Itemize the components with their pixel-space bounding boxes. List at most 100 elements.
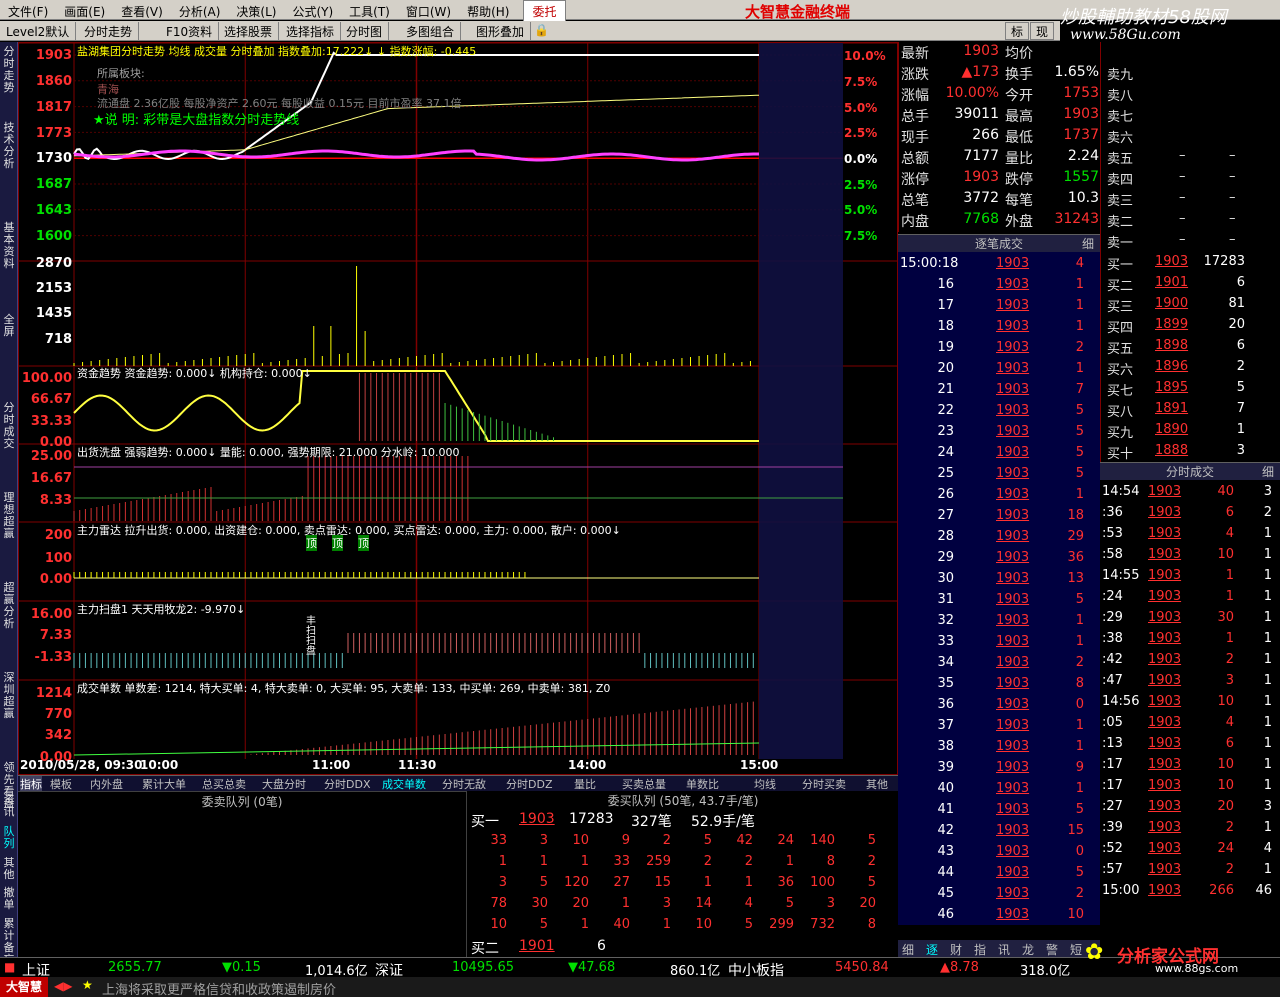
leftbar-tab-10[interactable]: 队列 (1, 826, 17, 850)
minute-trades-header[interactable]: 分时成交 细 (1100, 462, 1280, 480)
minute-trades-detail[interactable]: 细 (1262, 463, 1274, 480)
current-button[interactable]: 现 (1030, 22, 1054, 40)
minute-trade-price-10: 1903 (1148, 694, 1182, 709)
buy-level-7[interactable]: 买八 1891 7 (1101, 401, 1280, 422)
buy-level-3[interactable]: 买四 1899 20 (1101, 317, 1280, 338)
lock-icon[interactable]: 🔒 (534, 23, 549, 37)
minute-trades-title: 分时成交 (1165, 465, 1214, 479)
tick-time-6: 21 (937, 382, 954, 397)
menu-item-0[interactable]: 文件(F) (0, 1, 56, 22)
tick-tab-0[interactable]: 细 (902, 941, 914, 958)
toolbar-4[interactable]: 选择指标 (280, 22, 342, 40)
buy-level-9[interactable]: 买十 1888 3 (1101, 443, 1280, 464)
indicator-tab-13[interactable]: 均线 (754, 776, 776, 792)
menu-item-2[interactable]: 查看(V) (113, 1, 171, 22)
toolbar-7[interactable]: 图形叠加 (470, 22, 532, 40)
indicator-tab-1[interactable]: 模板 (50, 776, 72, 792)
quote-value-6: 1903 (963, 169, 999, 185)
news-ticker[interactable]: 上海将采取更严格信贷和收政策遏制房价 (102, 979, 336, 997)
tick-tab-7[interactable]: 短 (1070, 941, 1082, 958)
sell-level-6[interactable]: 卖三 – – (1101, 190, 1280, 211)
tick-tab-4[interactable]: 讯 (998, 941, 1010, 958)
tick-detail-link[interactable]: 细 (1082, 235, 1094, 252)
sell-level-5[interactable]: 卖四 – – (1101, 169, 1280, 190)
toolbar-3[interactable]: 选择股票 (218, 22, 280, 40)
leftbar-tab-4[interactable]: 分时成交 (1, 402, 17, 450)
indicator-tab-5[interactable]: 大盘分时 (262, 776, 306, 792)
leftbar-tab-2[interactable]: 基本资料 (1, 222, 17, 270)
indicator-tab-7[interactable]: 成交单数 (382, 776, 426, 792)
queue-cell-3-6: 4 (744, 896, 753, 911)
tick-header[interactable]: 逐笔成交 细 (898, 234, 1100, 252)
sell-level-3[interactable]: 卖六 (1101, 127, 1280, 148)
leftbar-tab-13[interactable]: 累计 (1, 918, 17, 942)
indicator-tab-9[interactable]: 分时DDZ (506, 776, 552, 792)
toolbar-5[interactable]: 分时图 (340, 22, 390, 40)
sell-level-1[interactable]: 卖八 (1101, 85, 1280, 106)
buy-level-4[interactable]: 买五 1898 6 (1101, 338, 1280, 359)
indicator-tab-10[interactable]: 量比 (574, 776, 596, 792)
minute-trade-price-7: 1903 (1148, 631, 1182, 646)
queue-cell-3-5: 14 (695, 896, 712, 911)
tick-tab-2[interactable]: 财 (950, 941, 962, 958)
tick-list[interactable]: 15:00:18 1903 4 16 1903 1 17 1903 1 18 1903 1 19 1903… (898, 252, 1100, 925)
buy-level-5[interactable]: 买六 1896 2 (1101, 359, 1280, 380)
buy-level-1[interactable]: 买二 1901 6 (1101, 275, 1280, 296)
indicator-tab-15[interactable]: 其他 (866, 776, 888, 792)
buy-level-0[interactable]: 买一 1903 17283 (1101, 254, 1280, 275)
menu-item-7[interactable]: 窗口(W) (398, 1, 459, 22)
leftbar-tab-7[interactable]: 深圳超赢 (1, 672, 17, 720)
sell-level-4[interactable]: 卖五 – – (1101, 148, 1280, 169)
leftbar-tab-1[interactable]: 技术分析 (1, 122, 17, 170)
post-close-region (759, 43, 843, 759)
indicator-tab-11[interactable]: 买卖总量 (622, 776, 666, 792)
menu-item-5[interactable]: 公式(Y) (284, 1, 341, 22)
minute-trades-list[interactable]: 14:54 1903 40 3:36 1903 6 2:53 1903 4 1:58 1903 10 1… (1100, 482, 1280, 925)
leftbar-tab-11[interactable]: 其他 (1, 857, 17, 881)
buy-level-6[interactable]: 买七 1895 5 (1101, 380, 1280, 401)
menu-item-1[interactable]: 画面(E) (56, 1, 113, 22)
leftbar-tab-12[interactable]: 撤单 (1, 887, 17, 911)
indicator-tab-12[interactable]: 单数比 (686, 776, 719, 792)
ticker-arrows-icon[interactable]: ◀▶ (54, 979, 72, 993)
indicator-tab-4[interactable]: 总买总卖 (202, 776, 246, 792)
leftbar-tab-9[interactable]: 资讯 (1, 794, 17, 818)
buy-price-9: 1888 (1155, 443, 1189, 458)
indicator-tab-8[interactable]: 分时无敌 (442, 776, 486, 792)
leftbar-tab-3[interactable]: 全屏 (1, 314, 17, 338)
indicator-tab-3[interactable]: 累计大单 (142, 776, 186, 792)
buy-level-2[interactable]: 买三 1900 81 (1101, 296, 1280, 317)
toolbar-2[interactable]: F10资料 (160, 22, 220, 40)
mark-button[interactable]: 标 (1005, 22, 1029, 40)
tick-tab-6[interactable]: 警 (1046, 941, 1058, 958)
menu-item-6[interactable]: 工具(T) (341, 1, 398, 22)
logo-small[interactable]: 大智慧 (0, 977, 48, 997)
toolbar-0[interactable]: Level2默认 (0, 22, 77, 40)
menu-item-4[interactable]: 决策(L) (228, 1, 284, 22)
toolbar-1[interactable]: 分时走势 (78, 22, 140, 40)
minute-trade-vol-14: 10 (1217, 778, 1234, 793)
buy-level-8[interactable]: 买九 1890 1 (1101, 422, 1280, 443)
tick-tab-1[interactable]: 逐 (926, 941, 938, 958)
leftbar-tab-0[interactable]: 分时走势 (1, 46, 17, 94)
indicator-tab-0[interactable]: 指标 (20, 776, 42, 792)
menu-item-3[interactable]: 分析(A) (171, 1, 229, 22)
tick-tab-5[interactable]: 龙 (1022, 941, 1034, 958)
tick-row-23: 38 1903 1 (898, 739, 1098, 760)
sell-level-2[interactable]: 卖七 (1101, 106, 1280, 127)
indicator-tab-6[interactable]: 分时DDX (324, 776, 370, 792)
indicator-tab-2[interactable]: 内外盘 (90, 776, 123, 792)
leftbar-tab-6[interactable]: 超赢分析 (1, 582, 17, 630)
sell-level-7[interactable]: 卖二 – – (1101, 211, 1280, 232)
queue-cell-3-9: 20 (859, 896, 876, 911)
toolbar-6[interactable]: 多图组合 (400, 22, 462, 40)
quote-value2-3: 1903 (1063, 106, 1099, 122)
tick-tab-3[interactable]: 指 (974, 941, 986, 958)
leftbar-tab-5[interactable]: 理想超赢 (1, 492, 17, 540)
menu-item-8[interactable]: 帮助(H) (459, 1, 517, 22)
indicator-tab-14[interactable]: 分时买卖 (802, 776, 846, 792)
sell-level-0[interactable]: 卖九 (1101, 64, 1280, 85)
menu-item-9[interactable]: 委托 (523, 0, 566, 23)
sell-level-8[interactable]: 卖一 – – (1101, 232, 1280, 253)
intraday-chart-area[interactable]: 盐湖集团分时走势 均线 成交量 分时叠加 指数叠加:17.222↓ ↓ 指数涨幅… (18, 42, 899, 775)
